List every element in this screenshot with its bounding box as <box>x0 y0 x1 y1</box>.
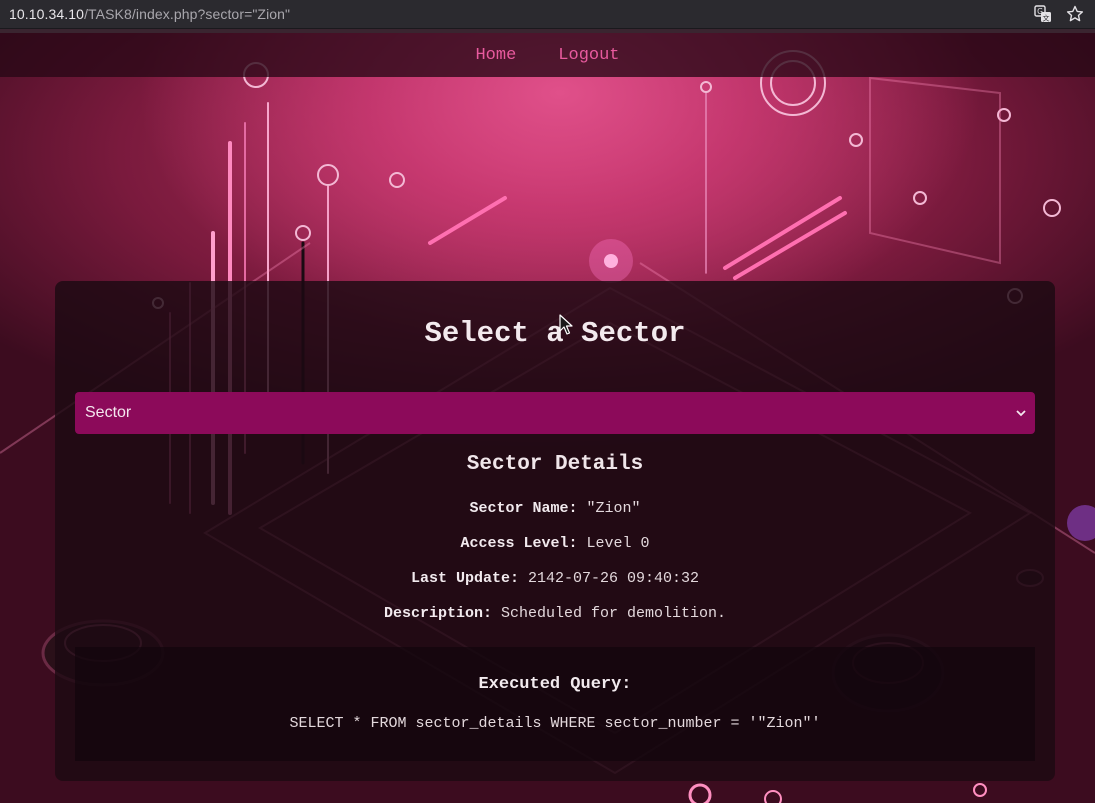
page-title: Select a Sector <box>424 317 686 350</box>
svg-text:文: 文 <box>1043 13 1050 22</box>
url-host: 10.10.34.10 <box>9 6 85 22</box>
detail-value: "Zion" <box>586 500 641 517</box>
url-path: /TASK8/index.php?sector="Zion" <box>84 6 291 22</box>
nav-logout-link[interactable]: Logout <box>558 46 619 65</box>
executed-query-text: SELECT * FROM sector_details WHERE secto… <box>289 715 821 732</box>
chevron-down-icon <box>1015 406 1027 424</box>
detail-key: Access Level: <box>460 535 578 552</box>
detail-value: Scheduled for demolition. <box>501 605 727 622</box>
detail-row-access-level: Access Level: Level 0 <box>55 535 1055 552</box>
url-field[interactable]: 10.10.34.10/TASK8/index.php?sector="Zion… <box>0 6 290 22</box>
browser-address-bar: 10.10.34.10/TASK8/index.php?sector="Zion… <box>0 0 1095 29</box>
site-nav: Home Logout <box>0 33 1095 77</box>
bookmark-star-icon[interactable] <box>1065 4 1085 24</box>
detail-row-last-update: Last Update: 2142-07-26 09:40:32 <box>55 570 1055 587</box>
sector-select-value: Sector <box>85 404 132 421</box>
detail-row-description: Description: Scheduled for demolition. <box>55 605 1055 622</box>
executed-query-box: Executed Query: SELECT * FROM sector_det… <box>75 647 1035 761</box>
sector-panel: Select a Sector Sector Sector Details Se… <box>55 281 1055 781</box>
detail-row-sector-name: Sector Name: "Zion" <box>55 500 1055 517</box>
mouse-cursor-icon <box>559 314 573 341</box>
detail-value: 2142-07-26 09:40:32 <box>528 570 700 587</box>
translate-icon[interactable]: G 文 <box>1033 4 1053 24</box>
sector-select[interactable]: Sector <box>75 392 1035 434</box>
detail-key: Description: <box>383 605 492 622</box>
detail-key: Sector Name: <box>469 500 578 517</box>
nav-home-link[interactable]: Home <box>475 46 516 65</box>
detail-value: Level 0 <box>586 535 650 552</box>
sector-details-heading: Sector Details <box>466 453 644 476</box>
executed-query-heading: Executed Query: <box>478 675 632 694</box>
detail-key: Last Update: <box>410 570 519 587</box>
